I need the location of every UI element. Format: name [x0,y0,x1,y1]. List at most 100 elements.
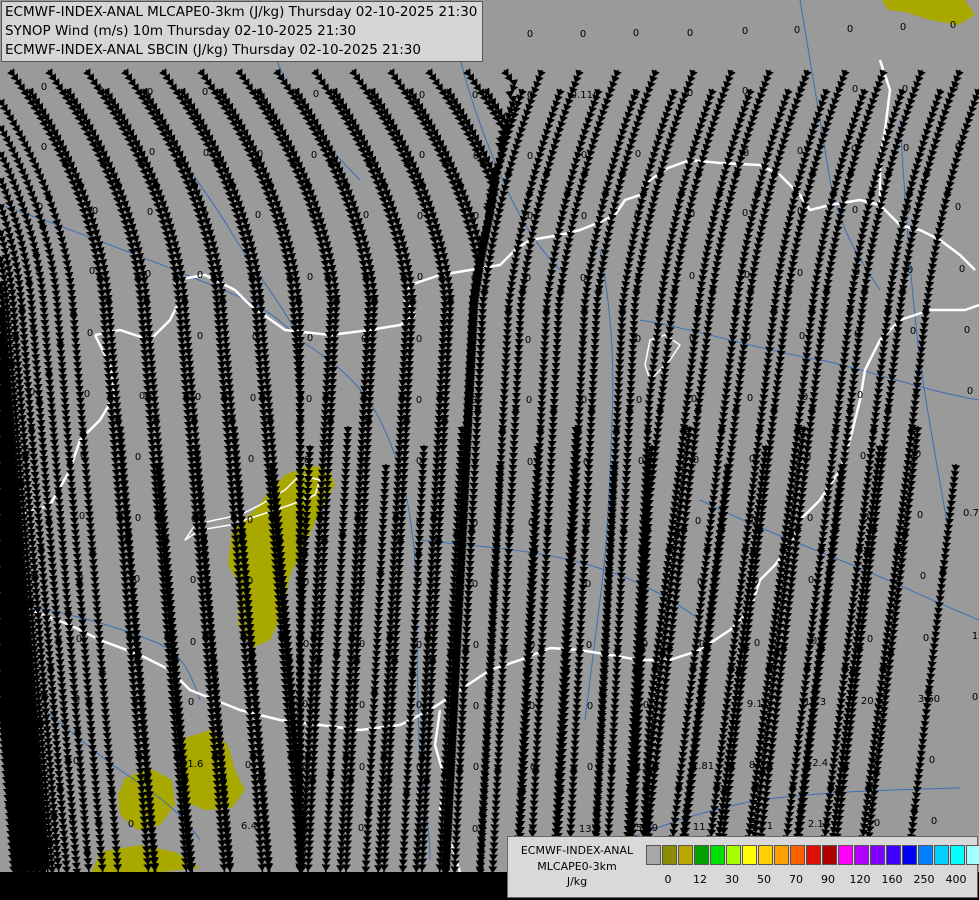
sbcin-value: 0 [359,762,365,773]
sbcin-value: 0.110 [571,90,600,101]
sbcin-value: 0 [634,210,640,221]
sbcin-value: 0 [76,634,82,645]
sbcin-value: 0 [195,392,201,403]
sbcin-value: 0 [529,701,535,712]
sbcin-value: 0 [747,393,753,404]
legend-swatch [854,845,869,865]
sbcin-value: 0 [585,579,591,590]
legend-swatch [710,845,725,865]
legend-swatch [790,845,805,865]
sbcin-value: 0 [693,455,699,466]
sbcin-value: 0 [852,205,858,216]
sbcin-value: 0 [635,149,641,160]
sbcin-value: 0 [687,28,693,39]
sbcin-value: 0 [907,265,913,276]
sbcin-value: 0 [902,84,908,95]
sbcin-value: 15.6 [636,762,658,773]
sbcin-value: 0 [77,572,83,583]
sbcin-value: 0 [950,20,956,31]
sbcin-value: 0 [867,634,873,645]
sbcin-value: 0 [359,517,365,528]
sbcin-value: 11.1 [693,822,715,833]
sbcin-value: 0 [419,150,425,161]
sbcin-value: 0 [185,820,191,831]
sbcin-value: 0 [695,516,701,527]
sbcin-value: 0 [931,816,937,827]
sbcin-value: 0 [73,756,79,767]
sbcin-value: 0 [900,22,906,33]
sbcin-value: 0 [967,386,973,397]
sbcin-value: 0 [525,273,531,284]
sbcin-value: 0 [302,699,308,710]
sbcin-value: 0 [854,267,860,278]
legend-title-line1: ECMWF-INDEX-ANAL [520,844,634,857]
sbcin-value: 0 [964,325,970,336]
sbcin-value: 0 [22,509,28,520]
sbcin-value: 0 [751,515,757,526]
sbcin-value: 0 [19,632,25,643]
sbcin-value: 0 [472,518,478,529]
legend-tick-label: 90 [821,873,835,886]
sbcin-value: 0 [197,331,203,342]
sbcin-value: 0 [742,208,748,219]
sbcin-value: 0 [929,755,935,766]
title-line-sbcin: ECMWF-INDEX-ANAL SBCIN (J/kg) Thursday 0… [5,42,421,58]
sbcin-value: 0 [847,24,853,35]
sbcin-value: 12.4 [806,758,828,769]
sbcin-value: 0 [633,89,639,100]
legend-swatch [870,845,885,865]
map-title-box: ECMWF-INDEX-ANAL MLCAPE0-3km (J/kg) Thur… [1,1,483,62]
sbcin-value: 0 [247,515,253,526]
sbcin-value: 0 [80,450,86,461]
sbcin-value: 0 [147,87,153,98]
sbcin-value: 0 [257,149,263,160]
sbcin-value: 0 [857,390,863,401]
sbcin-value: 0 [580,273,586,284]
sbcin-value: 0 [473,762,479,773]
sbcin-value: 0 [699,639,705,650]
sbcin-value: 0 [473,211,479,222]
sbcin-value: 0 [872,756,878,767]
sbcin-value: 3.60 [918,694,940,705]
sbcin-value: 13.0 [579,824,601,835]
sbcin-value: 0 [745,332,751,343]
sbcin-value: 0 [247,576,253,587]
legend-swatch [758,845,773,865]
sbcin-value: 0 [581,395,587,406]
sbcin-value: 0 [135,513,141,524]
title-line-wind: SYNOP Wind (m/s) 10m Thursday 02-10-2025… [5,23,357,39]
sbcin-value: 0 [253,271,259,282]
sbcin-value: 0 [74,694,80,705]
sbcin-value: 0 [473,701,479,712]
sbcin-value: 0 [255,210,261,221]
legend-tick-label: 400 [945,873,967,886]
sbcin-value: 0 [527,90,533,101]
sbcin-value: 0 [311,150,317,161]
sbcin-value: 0 [134,574,140,585]
sbcin-value: 0 [952,83,958,94]
sbcin-value: 0 [529,640,535,651]
sbcin-value: 0 [302,822,308,833]
sbcin-value: 0 [363,210,369,221]
sbcin-value: 0 [139,391,145,402]
sbcin-value: 1.81 [692,761,714,772]
sbcin-value: 0 [743,148,749,159]
legend-swatch [726,845,741,865]
sbcin-value: 0 [92,206,98,217]
sbcin-value: 0 [472,90,478,101]
sbcin-value: 0 [245,760,251,771]
sbcin-value: 0 [133,635,139,646]
sbcin-value: 0 [529,824,535,835]
sbcin-value: 0 [903,143,909,154]
legend-ticks: 0 12 30 50 70 90 120 160 250 400 [646,873,976,887]
sbcin-value: 0 [636,395,642,406]
sbcin-value: 0 [188,697,194,708]
sbcin-value: 0 [905,203,911,214]
sbcin-value: 0 [583,457,589,468]
sbcin-value: 0 [473,151,479,162]
sbcin-value: 0 [580,29,586,40]
sbcin-value: 0 [197,270,203,281]
sbcin-value: 0 [864,573,870,584]
sbcin-value: 0 [807,513,813,524]
sbcin-value: 1 [972,631,978,642]
